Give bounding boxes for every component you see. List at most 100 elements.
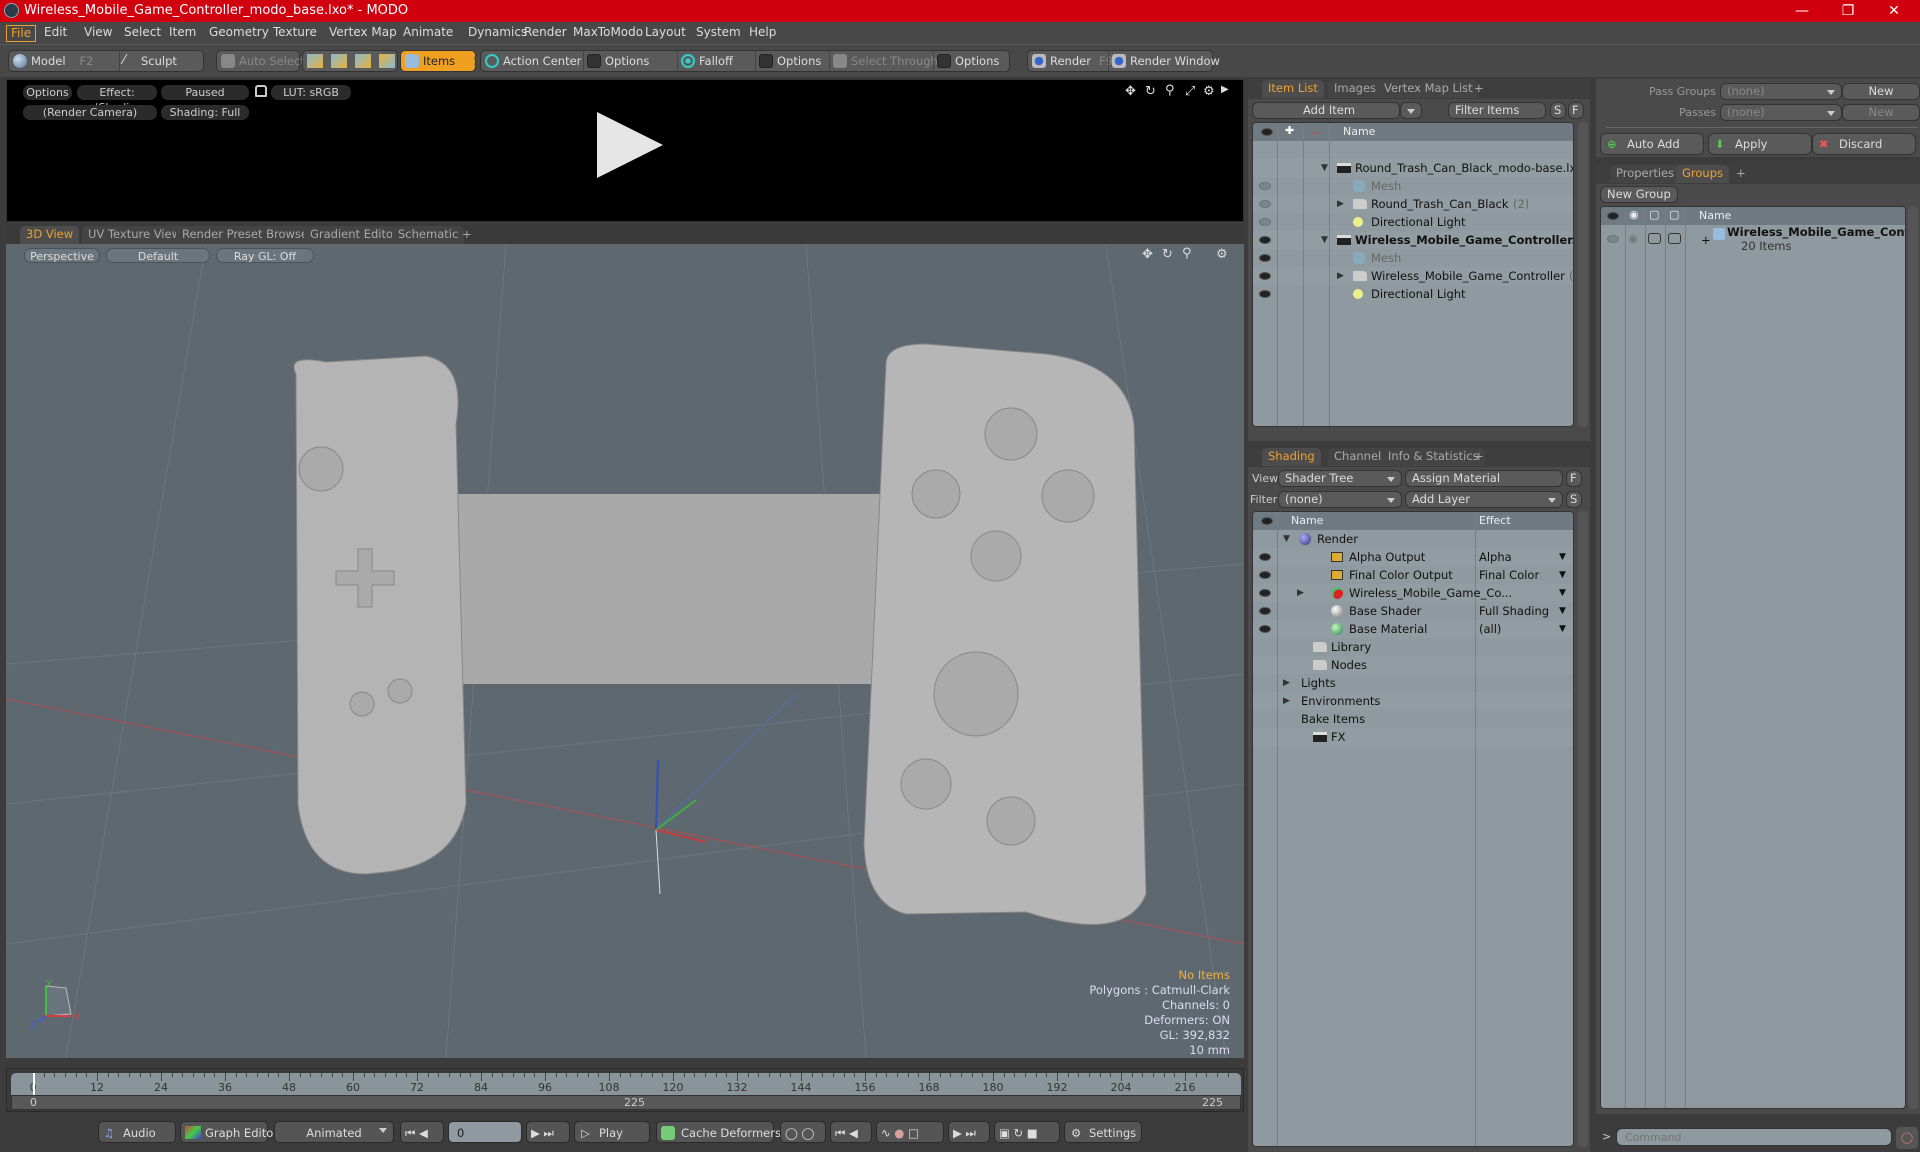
lut-dropdown[interactable]: LUT: sRGB [271, 85, 351, 100]
tab-shading[interactable]: Shading [1262, 448, 1321, 466]
audio-button[interactable]: ♫ Audio [98, 1121, 176, 1143]
expand-arrow-icon[interactable]: ▶ [1297, 584, 1304, 602]
s-button[interactable]: S [1566, 491, 1582, 508]
tab-3d-view[interactable]: 3D View [20, 226, 80, 244]
record-buttons[interactable]: ∿ ● □ [876, 1121, 944, 1143]
new-pass-group-button[interactable]: New [1842, 83, 1920, 100]
tab-uv-texture-view[interactable]: UV Texture View [82, 226, 187, 244]
perspective-dropdown[interactable]: Perspective [24, 248, 100, 263]
play-button[interactable]: ▷ Play [574, 1121, 650, 1143]
render-window-button[interactable]: Render Window [1108, 51, 1220, 71]
shader-row[interactable]: Final Color Output Final Color ▼ [1253, 566, 1573, 584]
animated-dropdown[interactable]: Animated [274, 1121, 394, 1143]
groups-scrollbar[interactable] [1908, 206, 1918, 1109]
materials-mode-icon[interactable] [379, 54, 395, 68]
key-filter-buttons[interactable]: ◯ ◯ [780, 1121, 826, 1143]
polygons-mode-icon[interactable] [355, 54, 371, 68]
edges-mode-icon[interactable] [331, 54, 347, 68]
collapse-arrow-icon[interactable]: ▼ [1321, 159, 1328, 177]
axis-column-icon[interactable]: ⊥ [1311, 124, 1321, 137]
add-layer-dropdown[interactable]: Add Layer [1405, 491, 1563, 508]
tab-vertex-map-list[interactable]: Vertex Map List [1378, 80, 1479, 98]
paused-button[interactable]: Paused [161, 85, 249, 100]
items-mode-button[interactable]: Items 5 [400, 50, 481, 72]
auto-add-button[interactable]: ⊕ Auto Add [1600, 133, 1704, 155]
add-tab-button[interactable]: + [1468, 448, 1490, 466]
3d-viewport[interactable]: Y X Z Perspective Default Ray GL: Off ✥ … [6, 244, 1244, 1058]
falloff-options-button[interactable]: Options [755, 51, 829, 71]
shader-row[interactable]: Alpha Output Alpha ▼ [1253, 548, 1573, 566]
item-row[interactable]: ▶ Round_Trash_Can_Black (2) [1253, 195, 1573, 213]
effect-column-header[interactable]: Effect [1479, 514, 1511, 527]
visibility-eye-icon[interactable] [1259, 625, 1271, 633]
effect-dropdown-arrow-icon[interactable]: ▼ [1559, 566, 1566, 584]
item-row[interactable]: ▶ Wireless_Mobile_Game_Controller (2) [1253, 267, 1573, 285]
go-to-end-button[interactable]: ⏭ [544, 1126, 554, 1140]
item-row[interactable]: Directional Light [1253, 285, 1573, 303]
command-input[interactable] [1616, 1128, 1892, 1146]
select-through-button[interactable]: Select Through [829, 51, 938, 71]
key-tools-buttons[interactable]: ▣ ↻ ■ [994, 1121, 1060, 1143]
view-dropdown[interactable]: Shader Tree [1278, 470, 1402, 487]
f-button[interactable]: F [1568, 102, 1584, 119]
shader-row[interactable]: FX [1253, 728, 1573, 746]
visibility-toggle-icon[interactable] [1607, 235, 1619, 243]
add-tab-button[interactable]: + [1468, 80, 1490, 98]
menu-layout[interactable]: Layout [641, 25, 690, 42]
settings-button[interactable]: ⚙ Settings [1064, 1121, 1142, 1143]
visibility-eye-icon[interactable] [1259, 236, 1271, 244]
visibility-eye-icon[interactable] [1259, 553, 1271, 561]
passes-dropdown[interactable]: (none) [1720, 104, 1842, 121]
tab-properties[interactable]: Properties [1610, 165, 1681, 183]
apply-button[interactable]: ⬇ Apply [1708, 133, 1812, 155]
move-view-icon[interactable]: ✥ [1125, 84, 1136, 99]
visibility-eye-icon[interactable] [1259, 254, 1271, 262]
visibility-column-icon[interactable] [1607, 212, 1619, 220]
shader-tree[interactable]: Name Effect ▼ Render Alpha Output Alpha ▼ Fin… [1252, 511, 1574, 1147]
item-list[interactable]: ✚ ⊥ Name ▼ Round_Trash_Can_Black_modo-bas… [1252, 122, 1574, 427]
effect-value[interactable]: Final Color [1479, 566, 1539, 584]
menu-render[interactable]: Render [520, 25, 571, 42]
effect-dropdown-arrow-icon[interactable]: ▼ [1559, 548, 1566, 566]
zoom-view-icon[interactable]: ⚲ [1165, 83, 1175, 98]
effect-dropdown-arrow-icon[interactable]: ▼ [1559, 620, 1566, 638]
lock-column-icon[interactable]: ▢ [1649, 208, 1659, 221]
frame-input[interactable]: 0 [448, 1121, 522, 1143]
current-frame-marker[interactable] [33, 1073, 35, 1095]
effect-dropdown-arrow-icon[interactable]: ▼ [1559, 584, 1566, 602]
shader-row[interactable]: Bake Items [1253, 710, 1573, 728]
new-pass-button[interactable]: New [1842, 104, 1920, 121]
menu-file[interactable]: File [6, 25, 37, 42]
add-tab-button[interactable]: + [1730, 165, 1752, 183]
lock-column-icon[interactable]: ✚ [1285, 124, 1294, 137]
auto-select-button[interactable]: Auto Select [217, 51, 305, 71]
restore-button[interactable]: ❐ [1828, 1, 1868, 21]
next-key-buttons[interactable]: ▶ ⏭ [948, 1121, 990, 1143]
gear-icon[interactable]: ⚙ [1203, 84, 1215, 99]
pass-groups-dropdown[interactable]: (none) [1720, 83, 1842, 100]
collapse-arrow-icon[interactable]: ▼ [1321, 231, 1328, 249]
shader-row[interactable]: Base Shader Full Shading ▼ [1253, 602, 1573, 620]
tab-render-preset-browser[interactable]: Render Preset Browser [176, 226, 319, 244]
close-button[interactable]: ✕ [1874, 1, 1914, 21]
expand-arrow-icon[interactable]: ▶ [1337, 267, 1344, 285]
tab-images[interactable]: Images [1328, 80, 1383, 98]
shader-row[interactable]: ▶ Lights [1253, 674, 1573, 692]
expand-arrow-icon[interactable]: ▶ [1283, 692, 1290, 710]
cache-deformers-button[interactable]: Cache Deformers [656, 1121, 781, 1143]
name-column-header[interactable]: Name [1343, 125, 1375, 138]
menu-edit[interactable]: Edit [40, 25, 71, 42]
group-row[interactable]: ◉ + Wireless_Mobile_Game_Cont... 20 Item… [1601, 225, 1905, 255]
render-button[interactable]: Render F9 [1028, 51, 1113, 71]
render-column-icon[interactable]: ◉ [1629, 208, 1639, 221]
f-button[interactable]: F [1566, 470, 1582, 487]
new-group-button[interactable]: New Group [1600, 186, 1678, 203]
visibility-eye-icon[interactable] [1259, 182, 1271, 190]
visibility-eye-icon[interactable] [1259, 571, 1271, 579]
visibility-column-icon[interactable] [1261, 128, 1273, 136]
name-column-header[interactable]: Name [1699, 209, 1731, 222]
effect-value[interactable]: Full Shading [1479, 602, 1549, 620]
item-row[interactable]: Mesh [1253, 249, 1573, 267]
next-key-button[interactable]: ▶ [531, 1126, 540, 1140]
preview-options-button[interactable]: Options [23, 85, 72, 100]
